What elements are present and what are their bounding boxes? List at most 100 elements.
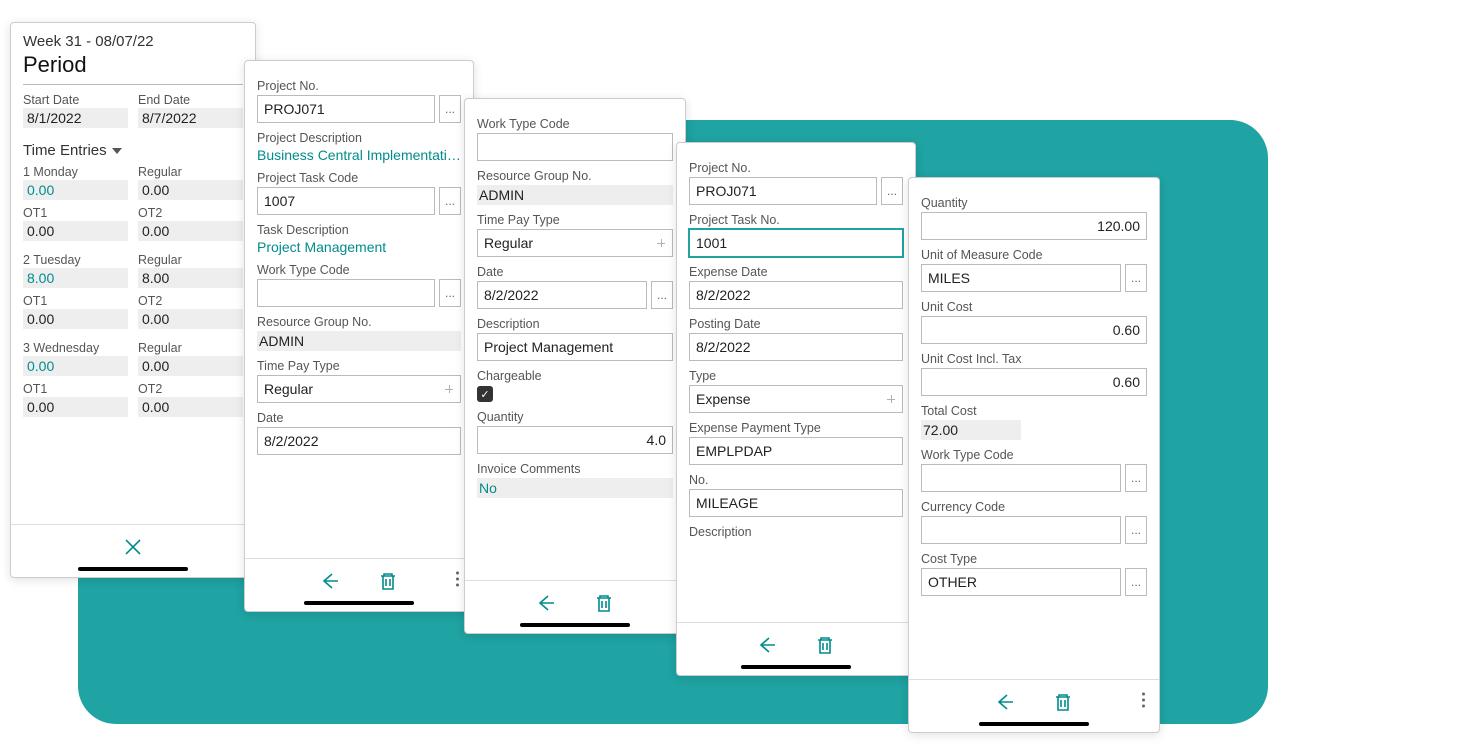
time-pay-select[interactable]: Regular [257,375,461,403]
lookup-button[interactable]: ... [439,95,461,123]
ot2-value: 0.00 [138,397,243,417]
ot1-label: OT1 [23,382,128,396]
lookup-button[interactable]: ... [439,279,461,307]
time-entries-toggle[interactable]: Time Entries [23,142,243,159]
work-type-input[interactable] [921,464,1121,492]
arrow-left-icon [534,591,558,615]
time-entry-detail-panel-1: Project No. PROJ071 ... Project Descript… [244,60,474,612]
ellipsis-icon: ... [445,286,455,300]
more-button[interactable] [456,572,459,587]
quantity-input[interactable]: 4.0 [477,426,673,454]
lookup-button[interactable]: ... [881,177,903,205]
day-value[interactable]: 8.00 [23,268,128,288]
lookup-button[interactable]: ... [1125,264,1147,292]
ellipsis-icon: ... [1131,575,1141,589]
close-button[interactable] [119,533,147,561]
lookup-button[interactable]: ... [439,187,461,215]
more-button[interactable] [1142,693,1145,708]
period-heading: Period [23,52,243,78]
unit-cost-tax-label: Unit Cost Incl. Tax [921,352,1147,366]
uom-input[interactable]: MILES [921,264,1121,292]
lookup-button[interactable]: ... [1125,568,1147,596]
currency-input[interactable] [921,516,1121,544]
task-code-input[interactable]: 1007 [257,187,435,215]
project-no-input[interactable]: PROJ071 [257,95,435,123]
trash-icon [813,633,837,657]
ot1-label: OT1 [23,294,128,308]
ellipsis-icon: ... [445,102,455,116]
no-input[interactable]: MILEAGE [689,489,903,517]
arrow-left-icon [755,633,779,657]
type-select[interactable]: Expense [689,385,903,413]
expense-payment-type-label: Expense Payment Type [689,421,903,435]
quantity-label: Quantity [921,196,1147,210]
delete-button[interactable] [1049,688,1077,716]
quantity-input[interactable]: 120.00 [921,212,1147,240]
resource-group-label: Resource Group No. [477,169,673,183]
end-date-value: 8/7/2022 [138,108,243,128]
chargeable-checkbox[interactable]: ✓ [477,386,493,402]
home-indicator [520,623,630,627]
ot2-label: OT2 [138,382,243,396]
work-type-input[interactable] [477,133,673,161]
cost-type-input[interactable]: OTHER [921,568,1121,596]
trash-icon [376,569,400,593]
delete-button[interactable] [374,567,402,595]
time-pay-select[interactable]: Regular [477,229,673,257]
unit-cost-tax-input[interactable]: 0.60 [921,368,1147,396]
project-desc-value[interactable]: Business Central Implementation. [257,147,461,163]
project-task-no-label: Project Task No. [689,213,903,227]
arrow-left-icon [993,690,1017,714]
unit-cost-label: Unit Cost [921,300,1147,314]
description-input[interactable]: Project Management [477,333,673,361]
description-label: Description [689,525,903,539]
date-input[interactable]: 8/2/2022 [257,427,461,455]
timesheet-summary-panel: Week 31 - 08/07/22 Period Start Date 8/1… [10,22,256,578]
task-code-label: Project Task Code [257,171,461,185]
lookup-button[interactable]: ... [1125,464,1147,492]
ot2-value: 0.00 [138,221,243,241]
task-desc-value[interactable]: Project Management [257,239,461,255]
trash-icon [592,591,616,615]
start-date-value: 8/1/2022 [23,108,128,128]
lookup-button[interactable]: ... [1125,516,1147,544]
delete-button[interactable] [811,631,839,659]
ellipsis-icon: ... [1131,471,1141,485]
day-value[interactable]: 0.00 [23,180,128,200]
work-type-label: Work Type Code [477,117,673,131]
ellipsis-icon: ... [657,288,667,302]
work-type-label: Work Type Code [921,448,1147,462]
resource-group-value: ADMIN [257,331,461,351]
lookup-button[interactable]: ... [651,281,673,309]
work-type-input[interactable] [257,279,435,307]
posting-date-input[interactable]: 8/2/2022 [689,333,903,361]
no-label: No. [689,473,903,487]
back-button[interactable] [316,567,344,595]
ellipsis-icon: ... [1131,271,1141,285]
expense-date-input[interactable]: 8/2/2022 [689,281,903,309]
date-input[interactable]: 8/2/2022 [477,281,647,309]
currency-label: Currency Code [921,500,1147,514]
ot1-label: OT1 [23,206,128,220]
day-value[interactable]: 0.00 [23,356,128,376]
delete-button[interactable] [590,589,618,617]
quantity-label: Quantity [477,410,673,424]
ot1-value: 0.00 [23,221,128,241]
back-button[interactable] [753,631,781,659]
invoice-comments-value[interactable]: No [477,478,673,498]
regular-value: 8.00 [138,268,243,288]
back-button[interactable] [532,589,560,617]
regular-label: Regular [138,165,243,179]
project-task-no-input[interactable]: 1001 [689,229,903,257]
resource-group-value: ADMIN [477,185,673,205]
chargeable-label: Chargeable [477,369,673,383]
time-entries-label: Time Entries [23,142,107,159]
home-indicator [979,722,1089,726]
expense-payment-type-input[interactable]: EMPLPDAP [689,437,903,465]
ot2-value: 0.00 [138,309,243,329]
unit-cost-input[interactable]: 0.60 [921,316,1147,344]
back-button[interactable] [991,688,1019,716]
divider [23,84,243,85]
project-no-input[interactable]: PROJ071 [689,177,877,205]
work-type-label: Work Type Code [257,263,461,277]
